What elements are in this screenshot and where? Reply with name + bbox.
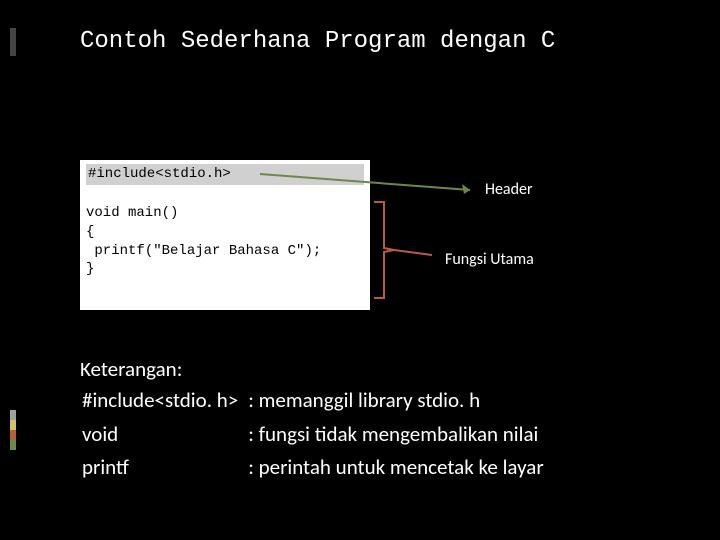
term-cell: #include<stdio. h> [82,386,246,417]
code-snippet: #include<stdio.h> void main() { printf("… [80,160,370,310]
term-cell: printf [82,453,246,484]
code-line-close: } [86,261,94,277]
table-row: printf : perintah untuk mencetak ke laya… [82,453,552,484]
keterangan-heading: Keterangan: [80,355,554,384]
accent-bar-bottom [10,410,16,450]
bracket-fungsi-icon [372,200,432,300]
table-row: #include<stdio. h> : memanggil library s… [82,386,552,417]
code-line-main: void main() [86,205,178,221]
slide-title: Contoh Sederhana Program dengan C [80,28,555,55]
keterangan-block: Keterangan: #include<stdio. h> : memangg… [80,355,554,487]
code-line-printf: printf("Belajar Bahasa C"); [94,243,321,259]
label-header: Header [485,180,533,199]
desc-cell: : perintah untuk mencetak ke layar [248,453,551,484]
code-line-open: { [86,224,94,240]
accent-bar-top [10,28,16,56]
label-fungsi-utama: Fungsi Utama [445,250,534,269]
desc-cell: : memanggil library stdio. h [248,386,551,417]
term-cell: void [82,420,246,451]
code-line-include: #include<stdio.h> [86,164,364,185]
desc-cell: : fungsi tidak mengembalikan nilai [248,420,551,451]
keterangan-table: #include<stdio. h> : memanggil library s… [80,384,554,486]
table-row: void : fungsi tidak mengembalikan nilai [82,420,552,451]
